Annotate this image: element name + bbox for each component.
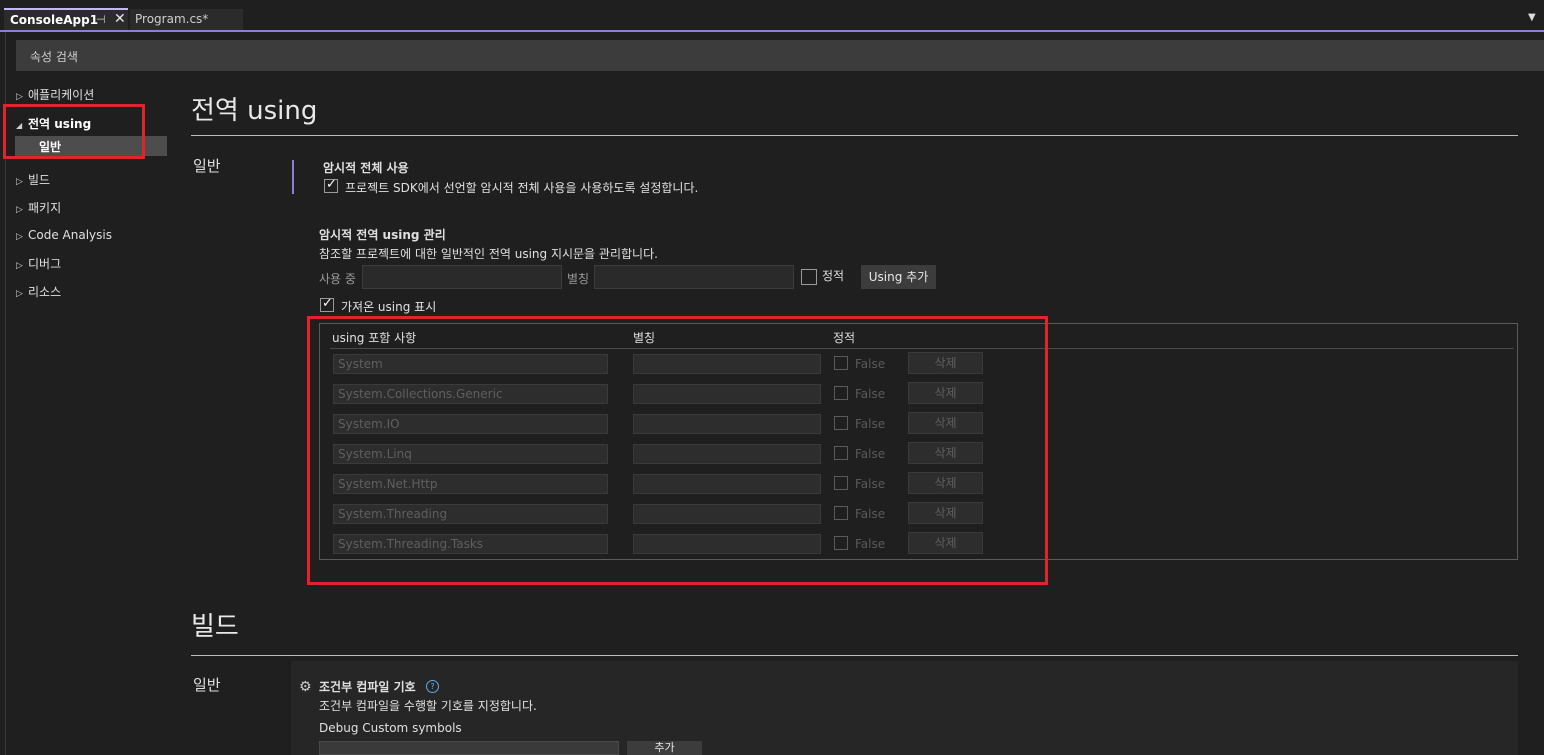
show-imported-checkbox[interactable] <box>320 296 334 312</box>
setting-focus-bar <box>292 160 294 194</box>
close-icon[interactable]: ✕ <box>114 11 126 27</box>
section-title-general: 일반 <box>193 157 221 175</box>
tab-title: Program.cs* <box>135 12 209 26</box>
nav-item-code-analysis[interactable]: ▷ Code Analysis <box>16 228 112 242</box>
add-symbol-button[interactable]: 추가 <box>627 741 702 755</box>
page-title: 전역 using <box>191 96 318 126</box>
conditional-symbols-desc: 조건부 컴파일을 수행할 기호를 지정합니다. <box>319 699 537 713</box>
using-name-input[interactable] <box>362 265 562 289</box>
tab-title: ConsoleApp1 <box>10 13 99 27</box>
expand-arrow-icon[interactable]: ▷ <box>16 205 28 215</box>
debug-symbols-input[interactable] <box>319 741 619 755</box>
nav-item-build[interactable]: ▷ 빌드 <box>16 171 50 188</box>
gear-icon: ⚙ <box>299 679 312 695</box>
nav-item-package[interactable]: ▷ 패키지 <box>16 199 61 216</box>
show-imported-label: 가져온 using 표시 <box>341 300 437 314</box>
implicit-usings-checkbox[interactable] <box>324 177 338 193</box>
implicit-usings-label: 프로젝트 SDK에서 선언할 암시적 전체 사용을 사용하도록 설정합니다. <box>345 181 699 195</box>
debug-symbols-label: Debug Custom symbols <box>319 721 462 735</box>
pin-icon[interactable]: ⊣ <box>96 13 106 26</box>
tab-program-cs[interactable]: Program.cs* <box>130 9 243 30</box>
build-heading: 빌드 <box>191 612 239 642</box>
highlight-box-nav <box>3 104 145 159</box>
using-field-label: 사용 중 <box>319 272 356 286</box>
alias-input[interactable] <box>594 265 794 289</box>
build-divider <box>191 655 1518 656</box>
expand-arrow-icon[interactable]: ▷ <box>16 92 28 102</box>
implicit-usings-title: 암시적 전체 사용 <box>323 161 409 175</box>
nav-item-debug[interactable]: ▷ 디버그 <box>16 255 61 272</box>
build-section-general: 일반 <box>193 676 221 694</box>
expand-arrow-icon[interactable]: ▷ <box>16 289 28 299</box>
static-checkbox[interactable] <box>801 269 817 285</box>
add-using-button[interactable]: Using 추가 <box>861 265 936 289</box>
heading-divider <box>191 135 1518 136</box>
manage-usings-title: 암시적 전역 using 관리 <box>319 228 446 242</box>
help-icon[interactable]: ? <box>426 680 439 693</box>
expand-arrow-icon[interactable]: ▷ <box>16 177 28 187</box>
property-search-input[interactable]: 속성 검색 <box>16 40 1544 71</box>
nav-item-application[interactable]: ▷ 애플리케이션 <box>16 86 94 103</box>
expand-arrow-icon[interactable]: ▷ <box>16 232 28 242</box>
manage-usings-desc: 참조할 프로젝트에 대한 일반적인 전역 using 지시문을 관리합니다. <box>319 247 658 261</box>
highlight-box-table <box>307 316 1048 585</box>
static-label: 정적 <box>822 269 845 283</box>
nav-item-resources[interactable]: ▷ 리소스 <box>16 283 61 300</box>
expand-arrow-icon[interactable]: ▷ <box>16 261 28 271</box>
alias-field-label: 별칭 <box>567 272 590 286</box>
conditional-symbols-title: 조건부 컴파일 기호 <box>319 680 416 694</box>
tab-overflow-chevron-icon[interactable]: ▼ <box>1528 12 1536 23</box>
search-placeholder: 속성 검색 <box>30 50 78 64</box>
tab-consoleapp1[interactable]: ConsoleApp1 ⊣ ✕ <box>4 8 128 30</box>
